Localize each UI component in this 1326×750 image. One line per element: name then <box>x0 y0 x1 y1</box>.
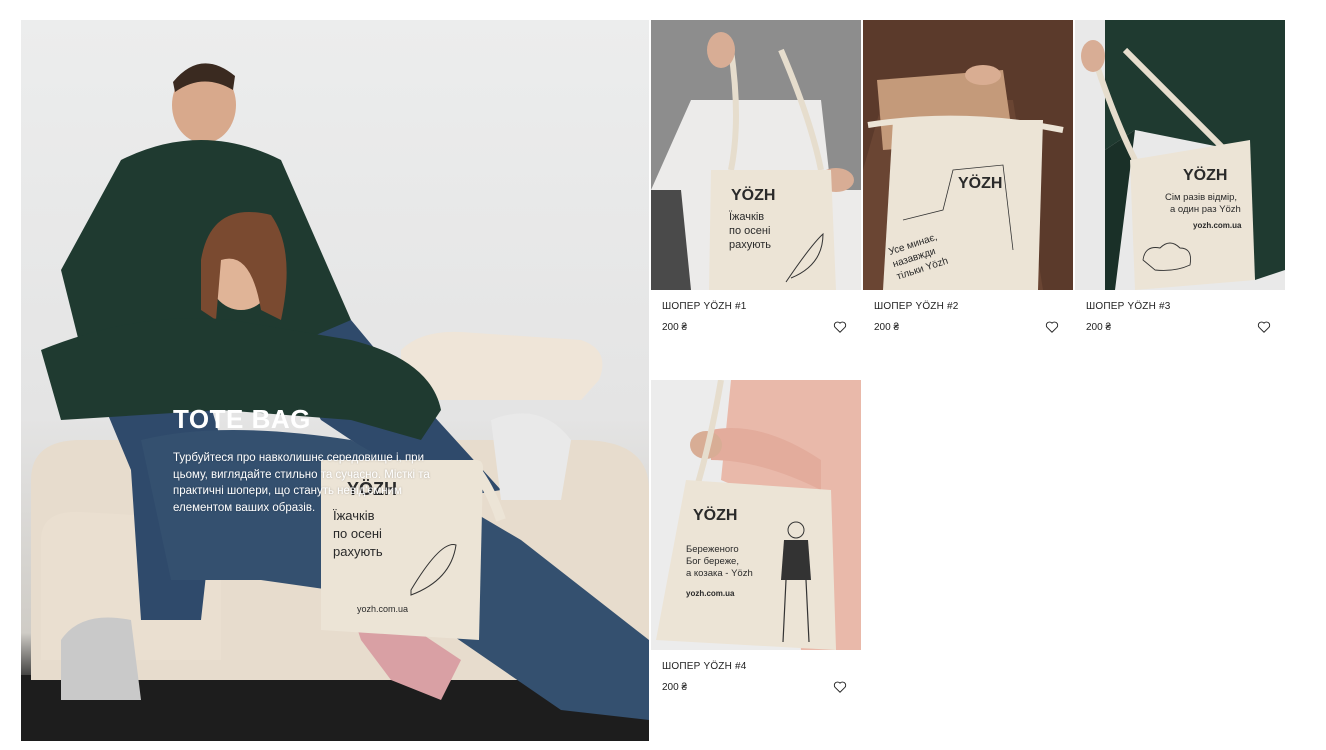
bag-line: Їжачків <box>729 211 764 223</box>
bag-line: рахують <box>729 239 771 251</box>
product-name[interactable]: ШОПЕР YÖZH #3 <box>1086 301 1171 312</box>
product-card[interactable]: YÖZH Береженого Бог береже, а козака - Y… <box>651 380 861 693</box>
bag-brand: YÖZH <box>958 173 1002 192</box>
hero-bag-line2: по осені <box>333 526 382 541</box>
bag-line: Бог береже, <box>686 556 739 567</box>
product-name[interactable]: ШОПЕР YÖZH #2 <box>874 301 959 312</box>
product-price: 200 ₴ <box>662 322 688 333</box>
heart-icon[interactable] <box>1257 320 1273 336</box>
bag-line: Береженого <box>686 544 739 555</box>
bag-line: а один раз Yözh <box>1170 204 1241 215</box>
product-price: 200 ₴ <box>1086 322 1112 333</box>
product-card[interactable]: YÖZH Сім разів відмір, а один раз Yözh y… <box>1075 20 1285 333</box>
bag-line: а козака - Yözh <box>686 568 753 579</box>
bag-brand: YÖZH <box>693 505 737 524</box>
hero-description: Турбуйтеся про навколишнє середовище і, … <box>173 452 430 514</box>
product-image[interactable]: YÖZH Сім разів відмір, а один раз Yözh y… <box>1075 20 1285 290</box>
bag-url: yozh.com.ua <box>1193 221 1242 230</box>
product-image[interactable]: YÖZH Береженого Бог береже, а козака - Y… <box>651 380 861 650</box>
hero-photo: YÖZH Їжачків по осені рахують yozh.com.u… <box>21 63 649 741</box>
heart-icon[interactable] <box>833 320 849 336</box>
product-name[interactable]: ШОПЕР YÖZH #1 <box>662 301 747 312</box>
bag-line: Сім разів відмір, <box>1165 192 1237 203</box>
product-image[interactable]: YÖZH Усе минає, назавжди тільки Yözh <box>863 20 1073 290</box>
product-price: 200 ₴ <box>874 322 900 333</box>
bag-brand: YÖZH <box>1183 165 1227 184</box>
heart-icon[interactable] <box>1045 320 1061 336</box>
hero-bag-line3: рахують <box>333 544 383 559</box>
bag-url: yozh.com.ua <box>686 589 735 598</box>
product-name[interactable]: ШОПЕР YÖZH #4 <box>662 661 747 672</box>
product-card[interactable]: YÖZH Їжачків по осені рахують ШОПЕР YÖZH… <box>651 20 861 333</box>
hero-banner: YÖZH Їжачків по осені рахують yozh.com.u… <box>21 20 649 741</box>
product-image[interactable]: YÖZH Їжачків по осені рахують <box>651 20 861 290</box>
heart-icon[interactable] <box>833 680 849 696</box>
hero-title: TOTE BAG <box>173 404 311 434</box>
bag-brand: YÖZH <box>731 185 775 204</box>
product-price: 200 ₴ <box>662 682 688 693</box>
bag-line: по осені <box>729 225 770 237</box>
product-card[interactable]: YÖZH Усе минає, назавжди тільки Yözh ШОП… <box>863 20 1073 333</box>
hero-bag-url: yozh.com.ua <box>357 604 408 614</box>
